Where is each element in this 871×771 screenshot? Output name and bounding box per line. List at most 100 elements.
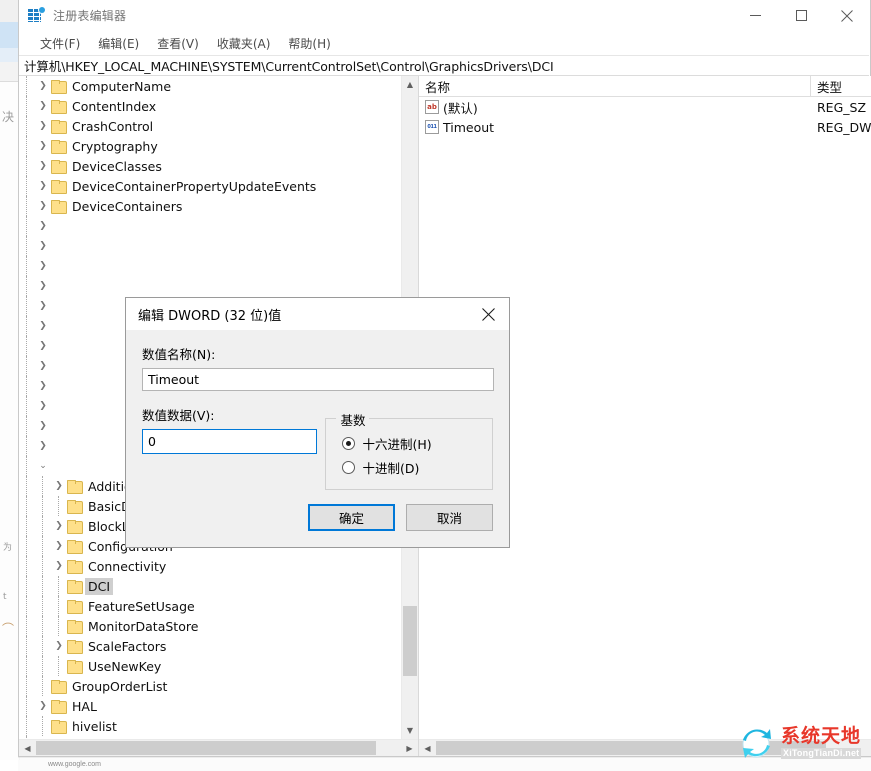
maximize-button[interactable]	[778, 0, 824, 31]
tree-item-featuresetusage[interactable]: FeatureSetUsage	[19, 596, 401, 616]
chevron-right-icon[interactable]: ❯	[35, 196, 51, 216]
menu-help[interactable]: 帮助(H)	[279, 33, 339, 54]
chevron-right-icon[interactable]: ❯	[35, 356, 51, 376]
tree-item-crashcontrol[interactable]: ❯CrashControl	[19, 116, 401, 136]
background-browser-url[interactable]: www.google.com	[48, 759, 468, 769]
tree-item-obscured[interactable]: ❯	[19, 256, 401, 276]
tree-item-obscured[interactable]: ❯	[19, 276, 401, 296]
value-row[interactable]: ab(默认)REG_SZ	[419, 97, 871, 117]
cancel-button[interactable]: 取消	[406, 504, 493, 531]
radio-hexadecimal[interactable]: 十六进制(H)	[342, 431, 492, 455]
menu-view[interactable]: 查看(V)	[148, 33, 208, 54]
tree-item-connectivity[interactable]: ❯Connectivity	[19, 556, 401, 576]
radio-decimal[interactable]: 十进制(D)	[342, 455, 492, 479]
tree-indent-guide	[19, 196, 35, 216]
tree-item-contentindex[interactable]: ❯ContentIndex	[19, 96, 401, 116]
chevron-right-icon[interactable]: ❯	[35, 296, 51, 316]
tree-scroll-thumb[interactable]	[403, 606, 417, 676]
chevron-right-icon[interactable]: ❯	[35, 116, 51, 136]
address-bar[interactable]: 计算机\HKEY_LOCAL_MACHINE\SYSTEM\CurrentCon…	[19, 55, 869, 76]
dialog-titlebar[interactable]: 编辑 DWORD (32 位)值	[126, 298, 509, 330]
chevron-right-icon[interactable]: ❯	[35, 436, 51, 456]
folder-icon	[51, 100, 66, 113]
chevron-right-icon[interactable]: ❯	[51, 516, 67, 536]
close-button[interactable]	[824, 0, 870, 31]
window-titlebar[interactable]: 注册表编辑器	[19, 0, 870, 31]
chevron-right-icon[interactable]: ❯	[35, 236, 51, 256]
tree-item-usenewkey[interactable]: UseNewKey	[19, 656, 401, 676]
tree-item-label: ScaleFactors	[88, 639, 170, 654]
chevron-right-icon[interactable]: ❯	[51, 556, 67, 576]
chevron-right-icon[interactable]: ❯	[51, 636, 67, 656]
chevron-right-icon[interactable]: ❯	[51, 476, 67, 496]
scroll-right-icon[interactable]: ▶	[401, 740, 418, 756]
tree-item-monitordatastore[interactable]: MonitorDataStore	[19, 616, 401, 636]
tree-item-obscured[interactable]: ❯	[19, 236, 401, 256]
chevron-right-icon[interactable]: ❯	[35, 176, 51, 196]
tree-item-hal[interactable]: ❯HAL	[19, 696, 401, 716]
chevron-right-icon[interactable]: ❯	[35, 76, 51, 96]
chevron-right-icon[interactable]: ❯	[35, 276, 51, 296]
tree-indent-guide	[19, 116, 35, 136]
folder-icon	[51, 180, 66, 193]
tree-indent-guide	[19, 336, 35, 356]
ok-button[interactable]: 确定	[308, 504, 395, 531]
value-row[interactable]: 011TimeoutREG_DWO	[419, 117, 871, 137]
registry-path[interactable]: 计算机\HKEY_LOCAL_MACHINE\SYSTEM\CurrentCon…	[19, 56, 554, 75]
tree-item-devicecontainers[interactable]: ❯DeviceContainers	[19, 196, 401, 216]
tree-item-computername[interactable]: ❯ComputerName	[19, 76, 401, 96]
scroll-down-icon[interactable]: ▼	[402, 722, 418, 739]
tree-indent-guide	[35, 636, 51, 656]
background-glyph-three: t	[3, 592, 7, 602]
tree-item-scalefactors[interactable]: ❯ ScaleFactors	[19, 636, 401, 656]
tree-horizontal-scrollbar[interactable]: ◀ ▶	[19, 739, 418, 756]
chevron-right-icon[interactable]: ❯	[35, 316, 51, 336]
tree-item-dci[interactable]: DCI	[19, 576, 401, 596]
value-data-input[interactable]: 0	[142, 429, 317, 454]
background-window-sliver[interactable]: 决 为 t ⌒	[0, 0, 20, 760]
value-name-input[interactable]: Timeout	[142, 368, 494, 391]
close-icon[interactable]	[467, 298, 509, 330]
tree-item-label: Cryptography	[72, 139, 162, 154]
chevron-down-icon[interactable]: ⌄	[35, 456, 51, 476]
chevron-right-icon[interactable]: ❯	[51, 536, 67, 556]
menu-favorites[interactable]: 收藏夹(A)	[208, 33, 280, 54]
chevron-right-icon[interactable]: ❯	[35, 96, 51, 116]
chevron-right-icon[interactable]: ❯	[35, 136, 51, 156]
menu-file[interactable]: 文件(F)	[31, 33, 89, 54]
tree-item-hivelist[interactable]: hivelist	[19, 716, 401, 736]
tree-item-devicecontainerpropertyupdateevents[interactable]: ❯DeviceContainerPropertyUpdateEvents	[19, 176, 401, 196]
tree-indent-guide	[19, 316, 35, 336]
tree-item-grouporderlist[interactable]: GroupOrderList	[19, 676, 401, 696]
window-controls	[732, 0, 870, 31]
tree-item-deviceclasses[interactable]: ❯ DeviceClasses	[19, 156, 401, 176]
values-scroll-left-icon[interactable]: ◀	[419, 740, 436, 756]
scroll-left-icon[interactable]: ◀	[19, 740, 36, 756]
value-data-label: 数值数据(V):	[142, 405, 326, 424]
tree-hscroll-thumb[interactable]	[36, 741, 376, 755]
tree-indent-guide	[19, 596, 35, 616]
chevron-right-icon[interactable]: ❯	[35, 376, 51, 396]
chevron-right-icon[interactable]: ❯	[35, 396, 51, 416]
chevron-right-icon[interactable]: ❯	[35, 256, 51, 276]
chevron-right-icon[interactable]: ❯	[35, 696, 51, 716]
tree-hscroll-track[interactable]	[36, 741, 401, 755]
tree-item-obscured[interactable]: ❯	[19, 216, 401, 236]
chevron-right-icon[interactable]: ❯	[35, 416, 51, 436]
menu-edit[interactable]: 编辑(E)	[89, 33, 148, 54]
value-type-cell: REG_DWO	[811, 120, 871, 135]
chevron-right-icon[interactable]: ❯	[35, 336, 51, 356]
column-header-type[interactable]: 类型	[811, 76, 871, 96]
chevron-right-icon[interactable]: ❯	[35, 156, 51, 176]
column-header-name[interactable]: 名称	[419, 76, 811, 96]
tree-item-label: DeviceClasses	[72, 159, 166, 174]
tree-item-cryptography[interactable]: ❯ Cryptography	[19, 136, 401, 156]
scroll-up-icon[interactable]: ▲	[402, 76, 418, 93]
chevron-right-icon[interactable]: ❯	[35, 216, 51, 236]
minimize-button[interactable]	[732, 0, 778, 31]
background-glyph-two: 为	[3, 540, 12, 553]
tree-leaf-spacer	[35, 716, 51, 736]
folder-icon	[67, 560, 82, 573]
edit-dword-dialog: 编辑 DWORD (32 位)值 数值名称(N): Timeout 数值数据(V…	[125, 297, 510, 548]
folder-icon	[51, 140, 66, 153]
